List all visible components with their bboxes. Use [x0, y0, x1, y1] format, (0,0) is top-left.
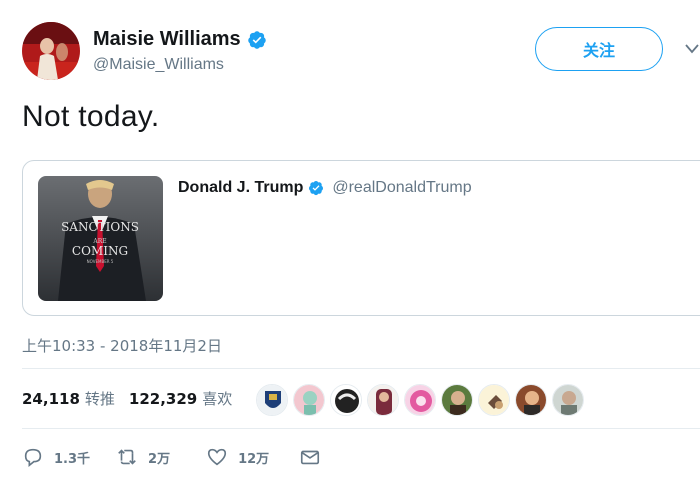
likes-label[interactable]: 喜欢	[202, 388, 232, 409]
liker-avatar-8[interactable]	[515, 384, 547, 416]
likes-count[interactable]: 122,329	[129, 390, 197, 408]
divider-bottom	[22, 428, 700, 429]
quoted-tweet-card[interactable]: SANCTIONS ARE COMING NOVEMBER 5 Donald J…	[22, 160, 700, 316]
author-avatar[interactable]	[22, 22, 80, 80]
liker-avatars	[256, 384, 584, 416]
liker-avatar-5[interactable]	[404, 384, 436, 416]
poster-line-1: SANCTIONS	[61, 220, 139, 234]
reply-count: 1.3千	[54, 451, 91, 467]
envelope-icon	[301, 450, 320, 465]
follow-button[interactable]: 关注	[535, 27, 663, 71]
author-handle[interactable]: @Maisie_Williams	[93, 56, 224, 74]
avatar-image	[22, 22, 80, 80]
quoted-author-handle[interactable]: @realDonaldTrump	[332, 179, 471, 197]
liker-avatar-2[interactable]	[293, 384, 325, 416]
quoted-tweet-image[interactable]: SANCTIONS ARE COMING NOVEMBER 5	[38, 176, 163, 301]
engagement-stats: 24,118 转推 122,329 喜欢	[22, 388, 232, 409]
poster-line-4: NOVEMBER 5	[87, 259, 114, 264]
reply-icon	[24, 448, 42, 467]
tweet-timestamp[interactable]: 上午10:33 - 2018年11月2日	[22, 335, 222, 356]
tweet-text: Not today.	[22, 100, 160, 133]
reply-button[interactable]: 1.3千	[22, 446, 90, 468]
author-name-row: Maisie Williams	[93, 28, 267, 51]
retweets-label[interactable]: 转推	[85, 388, 115, 409]
retweet-button[interactable]: 2万	[116, 446, 170, 468]
liker-avatar-3[interactable]	[330, 384, 362, 416]
heart-icon	[208, 448, 227, 466]
retweet-icon	[118, 449, 136, 465]
liker-avatar-4[interactable]	[367, 384, 399, 416]
liker-avatar-9[interactable]	[552, 384, 584, 416]
liker-avatar-6[interactable]	[441, 384, 473, 416]
divider-top	[22, 368, 700, 369]
poster-line-3: COMING	[72, 244, 128, 258]
verified-badge-icon	[247, 30, 266, 49]
quoted-tweet-header: Donald J. Trump @realDonaldTrump	[178, 179, 472, 197]
author-name[interactable]: Maisie Williams	[93, 28, 241, 51]
chevron-down-icon[interactable]	[684, 42, 700, 56]
direct-message-button[interactable]	[299, 446, 321, 468]
quoted-author-name[interactable]: Donald J. Trump	[178, 179, 303, 197]
retweets-count[interactable]: 24,118	[22, 390, 80, 408]
like-button[interactable]: 12万	[206, 446, 269, 468]
liker-avatar-7[interactable]	[478, 384, 510, 416]
liker-avatar-1[interactable]	[256, 384, 288, 416]
like-count: 12万	[238, 451, 270, 467]
tweet-actions: 1.3千 2万 12万	[22, 446, 321, 468]
retweet-count: 2万	[148, 451, 171, 467]
quoted-verified-badge-icon	[309, 181, 324, 196]
